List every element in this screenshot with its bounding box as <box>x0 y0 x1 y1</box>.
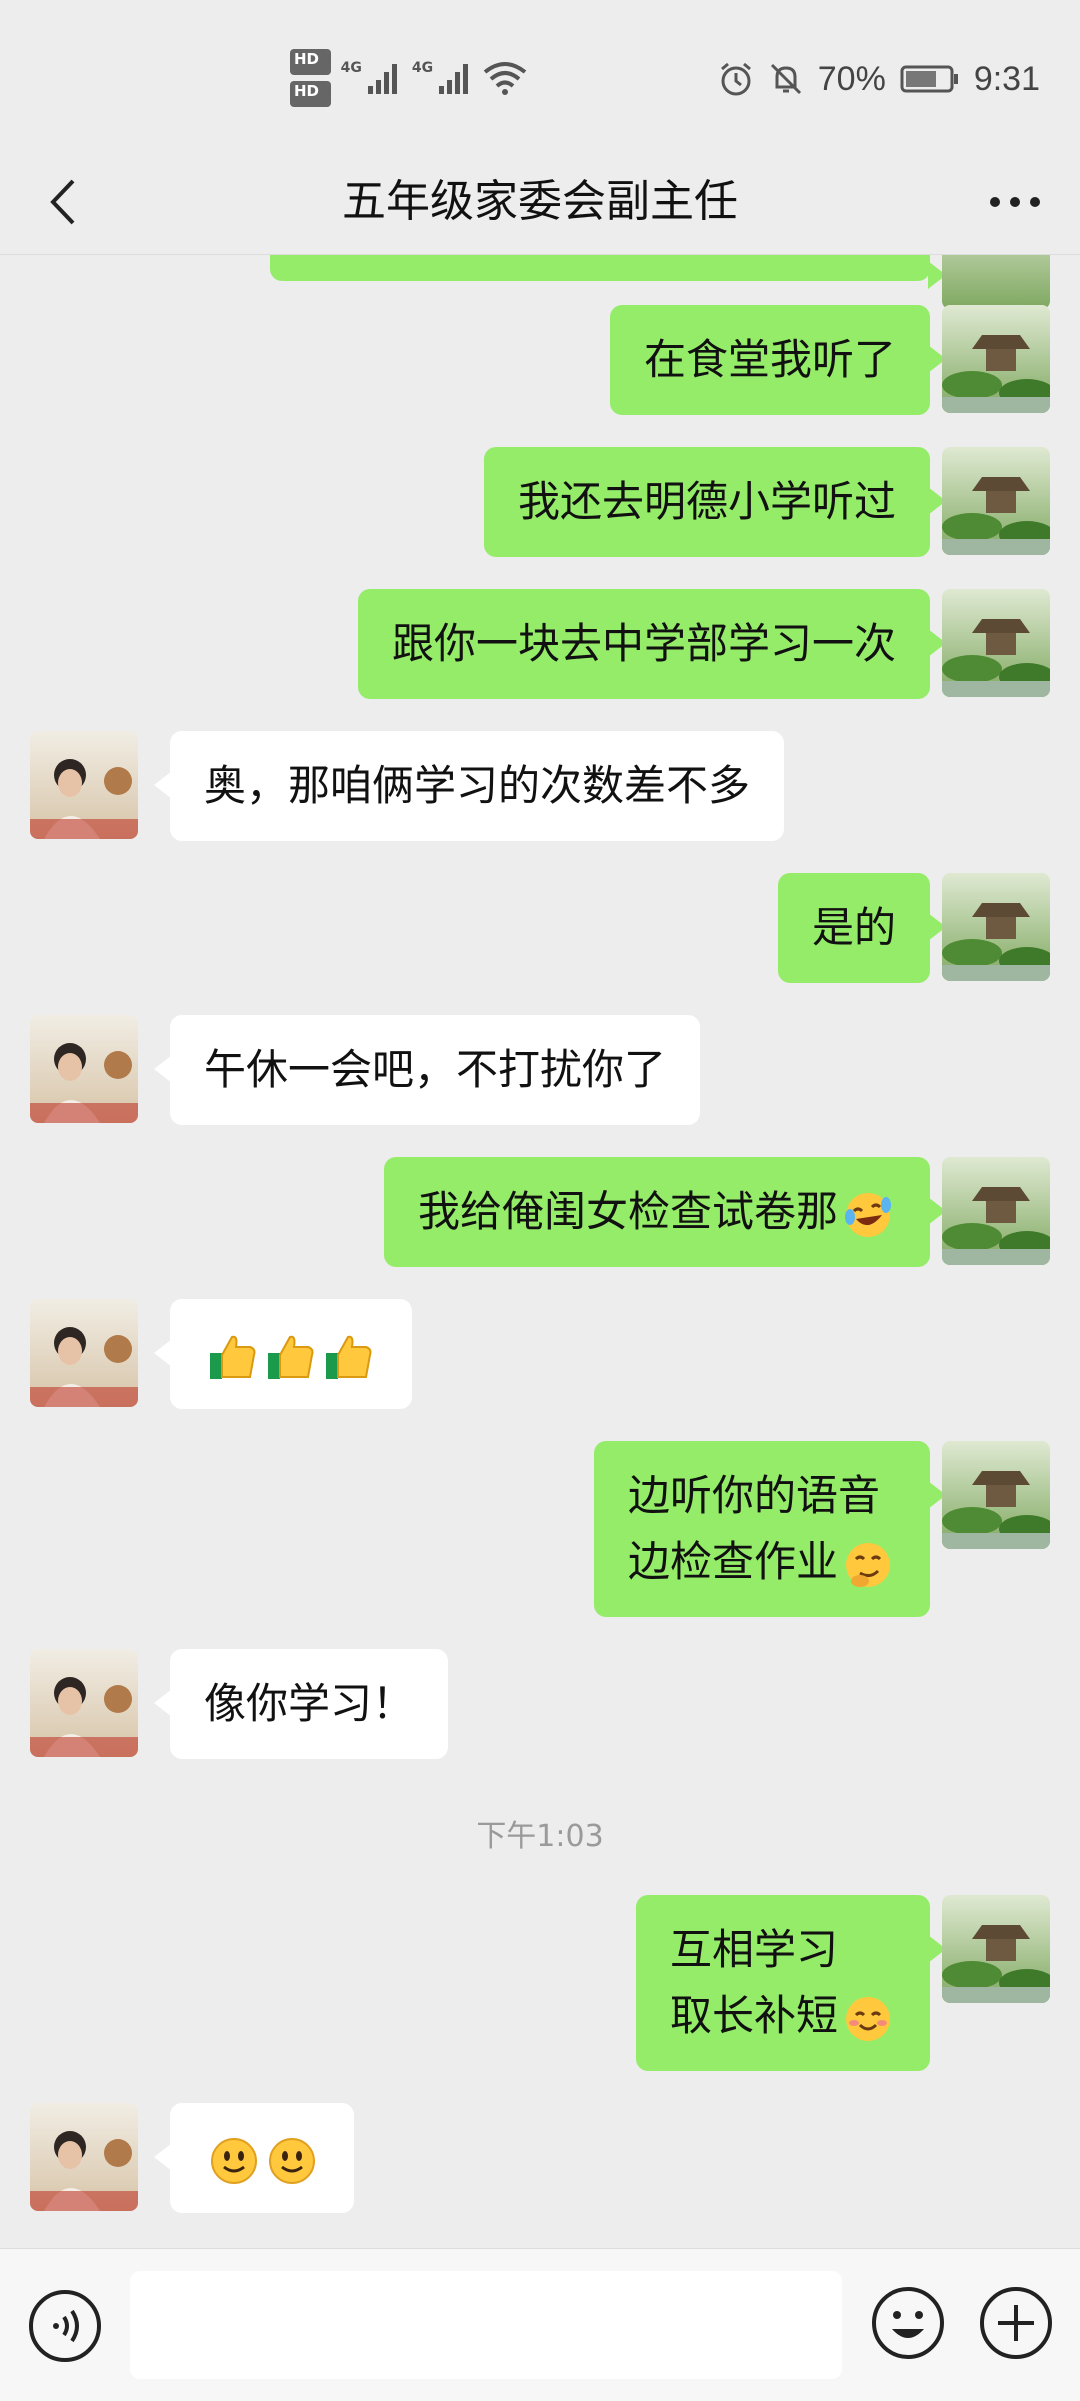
status-left: HD1 HD2 4G 4G <box>290 48 527 108</box>
message-bubble[interactable] <box>270 255 946 289</box>
message-bubble[interactable]: 我给俺闺女检查试卷那 <box>383 1157 947 1267</box>
input-bar <box>0 2248 1080 2401</box>
laugh-cry-emoji-icon <box>845 1192 891 1237</box>
blush-emoji-icon <box>846 1996 890 2041</box>
signal2-icon: 4G <box>412 60 473 96</box>
emoji-icon <box>872 2287 944 2359</box>
message-bubble[interactable]: 跟你一块去中学部学习一次 <box>357 589 947 699</box>
chat-title: 五年级家委会副主任 <box>342 176 738 227</box>
thumbs-up-icon <box>326 1335 372 1379</box>
contact-avatar[interactable] <box>30 2103 138 2211</box>
thumbs-up-icon <box>210 1335 256 1379</box>
contact-avatar[interactable] <box>30 1649 138 1757</box>
wifi-icon <box>483 62 527 95</box>
signal1-icon: 4G <box>341 60 402 96</box>
message-bubble[interactable]: 是的 <box>777 873 947 983</box>
my-avatar[interactable] <box>942 589 1050 697</box>
message-input[interactable] <box>130 2271 842 2379</box>
message-list[interactable]: 在食堂我听了 我还去明德小学听过 跟你一块去中学部学习一次 奥，那咱俩学习的次数… <box>0 255 1080 2247</box>
hd2-icon: HD2 <box>290 81 331 107</box>
message-bubble[interactable]: 奥，那咱俩学习的次数差不多 <box>153 731 785 841</box>
status-right: 70% 9:31 <box>718 52 1040 106</box>
alarm-icon <box>720 62 751 96</box>
my-avatar[interactable] <box>942 305 1050 413</box>
thumbs-up-icon <box>268 1335 314 1379</box>
message-bubble[interactable]: 像你学习！ <box>153 1649 449 1759</box>
message-bubble[interactable]: 在食堂我听了 <box>609 305 947 415</box>
battery-percent: 70% <box>817 59 886 98</box>
battery-icon <box>900 65 958 93</box>
message-bubble[interactable]: 互相学习 取长补短 <box>635 1895 947 2071</box>
contact-avatar[interactable] <box>30 1015 138 1123</box>
message-timestamp: 下午1:03 <box>476 1819 604 1854</box>
hd1-icon: HD1 <box>290 49 331 75</box>
clock: 9:31 <box>973 59 1040 98</box>
voice-input-button[interactable] <box>28 2289 102 2363</box>
my-avatar[interactable] <box>942 1895 1050 2003</box>
status-bar: HD1 HD2 4G 4G 70% 9:31 <box>0 0 1080 150</box>
message-bubble[interactable] <box>154 2103 354 2213</box>
smile-emoji-icon <box>269 2137 315 2184</box>
my-avatar[interactable] <box>942 255 1050 309</box>
smirk-emoji-icon <box>846 1542 890 1587</box>
more-functions-button[interactable] <box>978 2285 1054 2361</box>
message-bubble[interactable]: 我还去明德小学听过 <box>483 447 947 557</box>
emoji-button[interactable] <box>870 2285 946 2361</box>
message-bubble[interactable] <box>154 1299 412 1409</box>
my-avatar[interactable] <box>942 873 1050 981</box>
more-options-button[interactable] <box>980 170 1050 234</box>
my-avatar[interactable] <box>942 1157 1050 1265</box>
mute-bell-icon <box>770 63 801 95</box>
message-bubble[interactable]: 午休一会吧，不打扰你了 <box>153 1015 701 1125</box>
plus-icon <box>980 2287 1052 2359</box>
smile-emoji-icon <box>211 2137 257 2184</box>
more-dots-icon <box>990 197 1040 207</box>
voice-icon <box>29 2290 101 2362</box>
chat-header: 五年级家委会副主任 <box>0 150 1080 255</box>
my-avatar[interactable] <box>942 1441 1050 1549</box>
my-avatar[interactable] <box>942 447 1050 555</box>
contact-avatar[interactable] <box>30 1299 138 1407</box>
message-bubble[interactable]: 边听你的语音 边检查作业 <box>593 1441 947 1617</box>
contact-avatar[interactable] <box>30 731 138 839</box>
